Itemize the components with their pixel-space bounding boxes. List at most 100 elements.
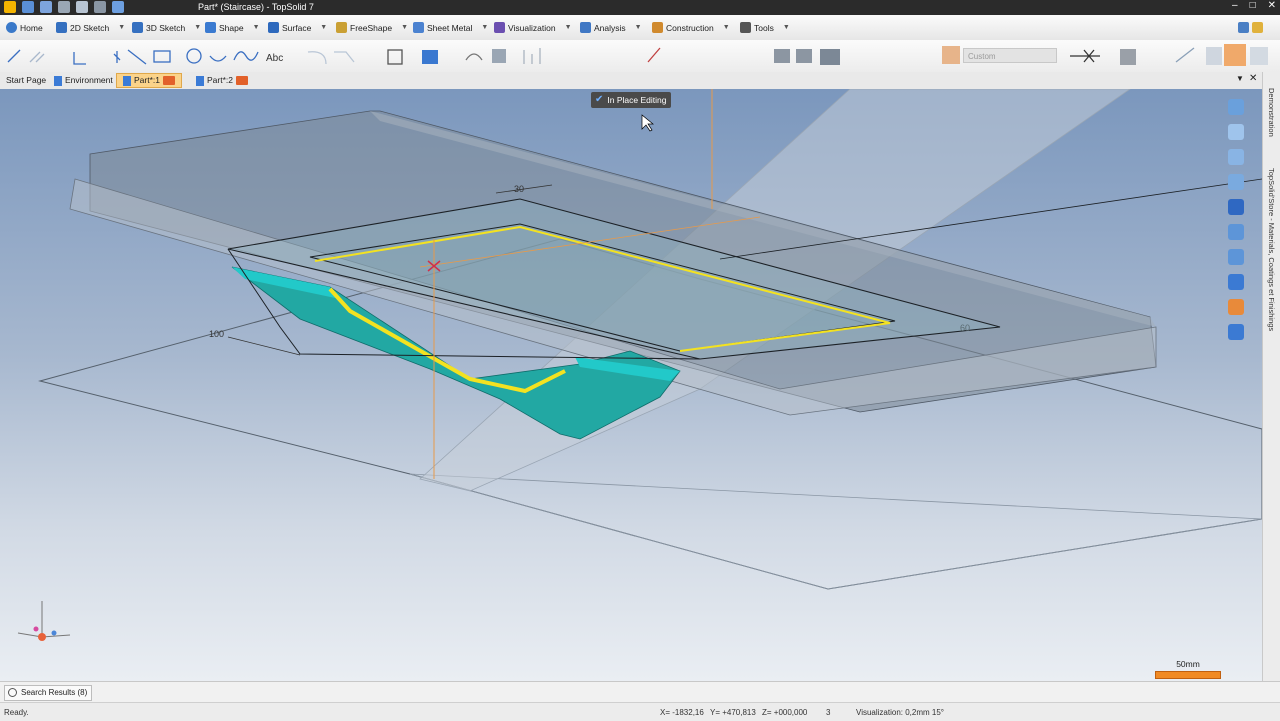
tab-shape[interactable]: Shape ▼ [205, 20, 260, 35]
chevron-down-icon[interactable]: ▼ [320, 24, 327, 31]
tab-analysis[interactable]: Analysis ▼ [580, 20, 642, 35]
tab-part-2[interactable]: Part*:2 [190, 73, 254, 88]
print-icon[interactable] [58, 1, 70, 13]
dimension-label-left[interactable]: 100 [209, 329, 224, 339]
line-style-icon[interactable] [1070, 49, 1100, 63]
chevron-down-icon[interactable]: ▼ [635, 24, 642, 31]
visualization-icon [494, 22, 505, 33]
style-field[interactable]: Custom [963, 48, 1057, 63]
draw-icon[interactable] [1175, 47, 1195, 63]
text-tool-icon[interactable]: Abc [266, 53, 283, 64]
formula-icon[interactable] [647, 47, 661, 63]
pen-icon[interactable] [112, 1, 124, 13]
save-all-icon[interactable] [40, 1, 52, 13]
point-icon[interactable] [113, 51, 121, 63]
tab-3d-sketch[interactable]: 3D Sketch ▼ [132, 20, 201, 35]
frame-icon[interactable] [1228, 199, 1244, 215]
rotate-view-icon[interactable] [1228, 174, 1244, 190]
close-icon[interactable]: ✕ [1249, 73, 1257, 84]
undo-icon[interactable] [76, 1, 88, 13]
arc-icon[interactable] [209, 55, 227, 62]
inspect-icon[interactable] [820, 49, 840, 65]
zoom-in-icon[interactable] [1228, 249, 1244, 265]
search-results-button[interactable]: Search Results (8) [4, 685, 93, 701]
appearance-icon[interactable] [1228, 299, 1244, 315]
segment-icon[interactable] [127, 49, 147, 65]
section-icon[interactable] [492, 49, 506, 63]
tab-environment[interactable]: Environment [48, 73, 119, 88]
tab-construction[interactable]: Construction ▼ [652, 20, 730, 35]
pattern-icon[interactable] [1120, 49, 1136, 65]
chevron-down-icon[interactable]: ▼ [565, 24, 572, 31]
tab-part-1[interactable]: Part*:1 [116, 73, 182, 88]
tab-home[interactable]: Home [6, 20, 43, 35]
search-icon [8, 688, 17, 697]
chevron-down-icon[interactable]: ▼ [481, 24, 488, 31]
circle-icon[interactable] [186, 48, 202, 64]
chevron-down-icon[interactable]: ▼ [118, 24, 125, 31]
render-icon[interactable] [1250, 47, 1268, 65]
chevron-down-icon[interactable]: ▼ [194, 24, 201, 31]
environment-icon [54, 75, 62, 86]
chevron-down-icon[interactable]: ▼ [1236, 74, 1244, 83]
close-doc-icon[interactable] [163, 76, 175, 85]
title-bar: Part* (Staircase) - TopSolid 7 – □ ✕ [0, 0, 1280, 15]
chevron-down-icon[interactable]: ▼ [253, 24, 260, 31]
dimension-label-top[interactable]: 30 [514, 184, 524, 194]
measure-angle-icon[interactable] [796, 49, 812, 63]
close-icon[interactable]: ✕ [1268, 0, 1276, 11]
close-doc-icon[interactable] [236, 76, 248, 85]
offset-icon[interactable] [387, 49, 403, 65]
pan-icon[interactable] [1228, 149, 1244, 165]
profile-icon[interactable] [422, 50, 438, 64]
tab-tools[interactable]: Tools ▼ [740, 20, 790, 35]
zoom-icon[interactable] [1228, 224, 1244, 240]
color-swatch-icon[interactable] [942, 46, 960, 64]
tab-freeshape[interactable]: FreeShape ▼ [336, 20, 408, 35]
view-tools [1228, 99, 1250, 349]
material-icon[interactable] [1224, 44, 1246, 66]
spline-icon[interactable] [233, 51, 259, 61]
app-logo-icon[interactable] [4, 1, 16, 13]
fillet-icon[interactable] [307, 51, 327, 65]
view-cube-icon[interactable] [1228, 99, 1244, 115]
help-icon[interactable] [1228, 324, 1244, 340]
topsolid-store-tab[interactable]: TopSolid'Store - Materials, Coatings et … [1267, 168, 1276, 331]
redo-icon[interactable] [94, 1, 106, 13]
tab-visualization[interactable]: Visualization ▼ [494, 20, 572, 35]
selection-count: 3 [826, 708, 831, 717]
analysis-icon [580, 22, 591, 33]
maximize-icon[interactable]: □ [1250, 0, 1256, 11]
minimize-icon[interactable]: – [1232, 0, 1238, 11]
tab-start-page[interactable]: Start Page [0, 73, 52, 88]
chevron-down-icon[interactable]: ▼ [401, 24, 408, 31]
dimension-label-right[interactable]: 60 [960, 323, 970, 333]
chevron-down-icon[interactable]: ▼ [783, 24, 790, 31]
zoom-fit-icon[interactable] [1228, 124, 1244, 140]
tab-2d-sketch[interactable]: 2D Sketch ▼ [56, 20, 125, 35]
coord-y: Y= +470,813 [710, 708, 756, 717]
layers-icon[interactable] [1206, 47, 1222, 65]
checkmark-icon: ✔ [595, 94, 604, 105]
visualization-precision: Visualization: 0,2mm 15° [856, 708, 944, 717]
multi-line-icon[interactable] [29, 51, 45, 63]
measure-icon[interactable] [774, 49, 790, 63]
scale-bar: 50mm [1155, 659, 1221, 679]
rotate-icon[interactable] [465, 53, 483, 61]
demonstration-tab[interactable]: Demonstration [1267, 88, 1276, 137]
in-place-editing-button[interactable]: ✔ In Place Editing [591, 92, 671, 108]
polyline-icon[interactable] [73, 52, 86, 65]
graphics-viewport[interactable]: ✔ In Place Editing 30 100 60 50mm [0, 89, 1262, 681]
status-bar: Ready. X= -1832,16 Y= +470,813 Z= +000,0… [0, 702, 1280, 721]
constraint-icon[interactable] [523, 48, 541, 64]
rectangle-icon[interactable] [153, 50, 171, 63]
line-tool-icon[interactable] [7, 49, 21, 63]
chamfer-icon[interactable] [334, 51, 355, 63]
tab-sheet-metal[interactable]: Sheet Metal ▼ [413, 20, 488, 35]
save-icon[interactable] [22, 1, 34, 13]
coord-x: X= -1832,16 [660, 708, 704, 717]
tab-surface[interactable]: Surface ▼ [268, 20, 327, 35]
options-icon[interactable] [1238, 20, 1263, 35]
chevron-down-icon[interactable]: ▼ [723, 24, 730, 31]
shade-icon[interactable] [1228, 274, 1244, 290]
